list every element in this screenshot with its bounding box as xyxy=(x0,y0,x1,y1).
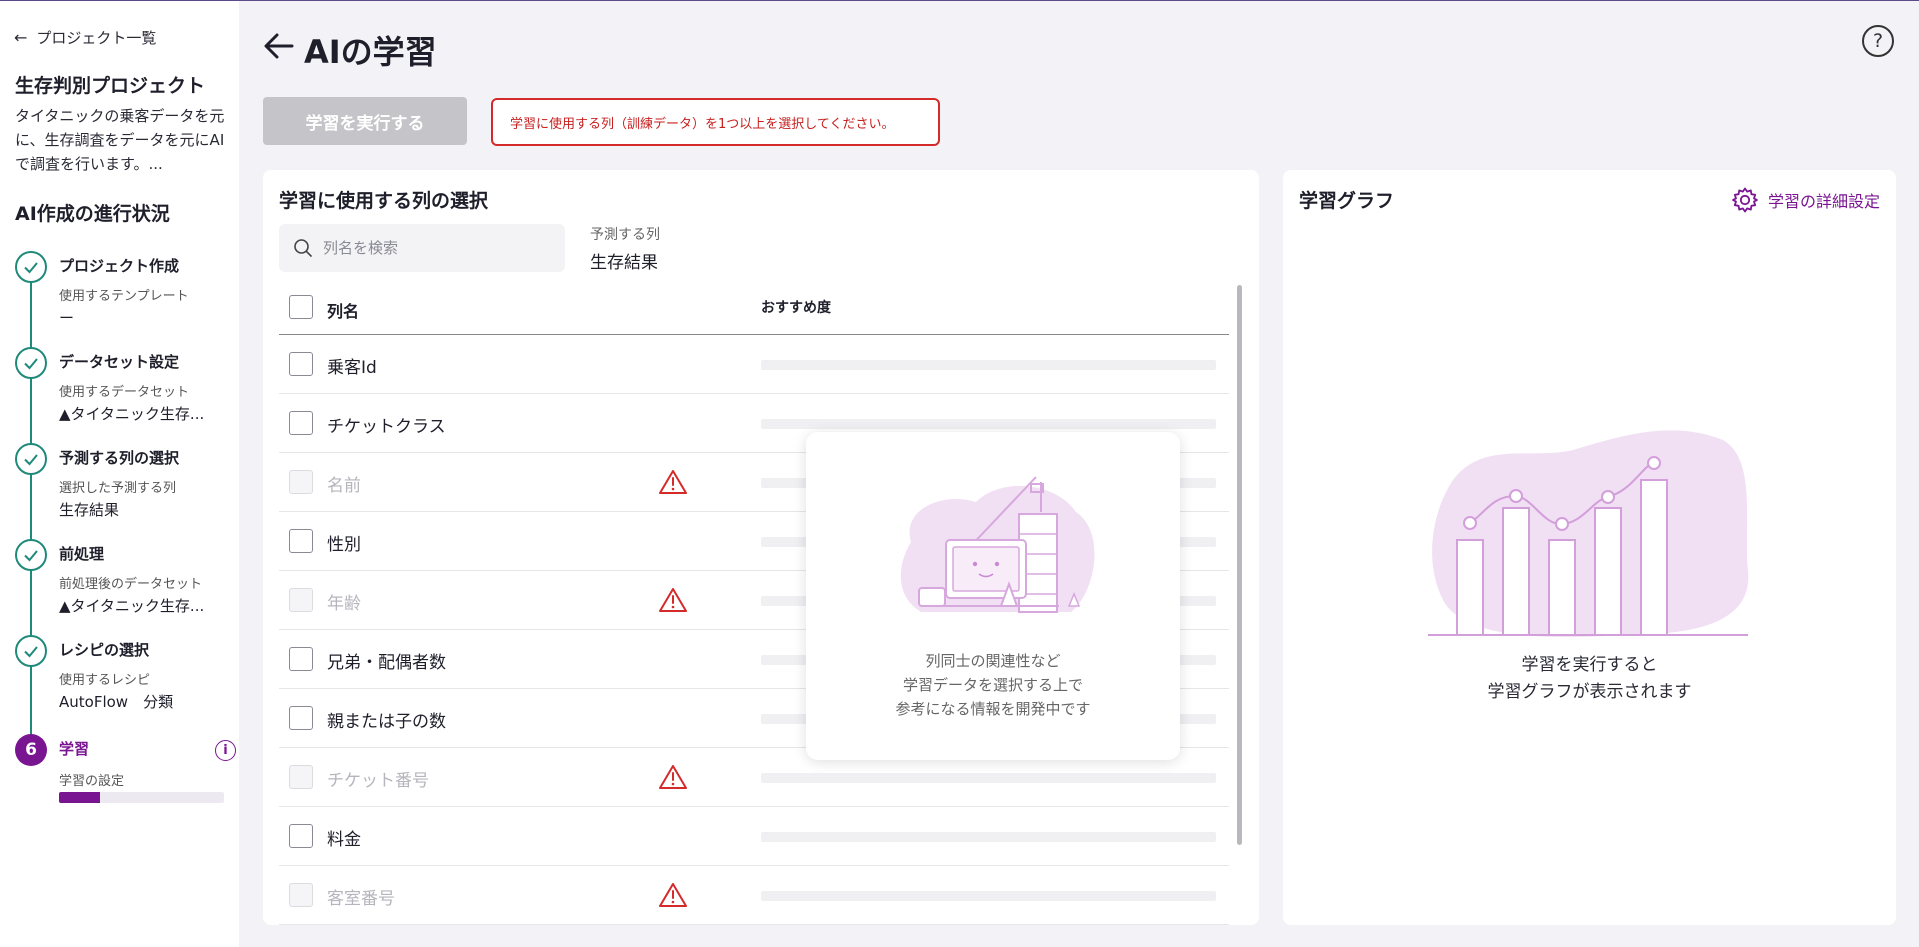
row-checkbox[interactable] xyxy=(289,352,313,376)
warning-icon[interactable] xyxy=(659,469,687,495)
row-checkbox xyxy=(289,765,313,789)
step-subtitle: 使用するテンプレート xyxy=(59,289,189,304)
header-column-name: 列名 xyxy=(327,302,360,321)
table-row[interactable]: 乗客Id xyxy=(279,335,1229,394)
step-title: 予測する列の選択 xyxy=(59,449,180,467)
step-subtitle: 前処理後のデータセット xyxy=(59,577,203,592)
search-icon xyxy=(294,239,312,257)
check-icon xyxy=(15,347,47,379)
panel-title: 学習グラフ xyxy=(1299,190,1395,212)
column-name: 兄弟・配偶者数 xyxy=(327,653,446,673)
graph-empty-line: 学習グラフが表示されます xyxy=(1487,682,1692,702)
column-name: 客室番号 xyxy=(327,889,395,909)
notice-line: 列同士の関連性など xyxy=(925,652,1061,670)
row-checkbox xyxy=(289,883,313,907)
graph-empty-text: 学習を実行すると 学習グラフが表示されます xyxy=(1283,652,1896,706)
row-checkbox xyxy=(289,470,313,494)
step-title: データセット設定 xyxy=(59,353,180,371)
training-graph-panel: 学習グラフ 学習の詳細設定 学習を実行すると 学習グラフが表示されます xyxy=(1283,170,1896,925)
step-title: プロジェクト作成 xyxy=(59,257,180,275)
recommendation-bar xyxy=(761,360,1216,370)
help-icon[interactable]: ? xyxy=(1862,25,1894,57)
check-icon xyxy=(15,635,47,667)
run-training-button[interactable]: 学習を実行する xyxy=(263,97,467,145)
warning-icon[interactable] xyxy=(659,882,687,908)
check-icon xyxy=(15,539,47,571)
step-value: 生存結果 xyxy=(59,501,120,519)
column-name: チケット番号 xyxy=(327,771,429,791)
progress-title: AI作成の進行状況 xyxy=(15,203,170,225)
step-subtitle: 使用するデータセット xyxy=(59,385,190,400)
sidebar: ← プロジェクト一覧 生存判別プロジェクト タイタニックの乗客データを元に、生存… xyxy=(0,1,239,947)
warning-icon[interactable] xyxy=(659,764,687,790)
recommendation-bar xyxy=(761,773,1216,783)
column-name: 親または子の数 xyxy=(327,712,446,732)
warning-icon[interactable] xyxy=(659,587,687,613)
check-icon xyxy=(15,443,47,475)
step-subtitle: 使用するレシピ xyxy=(59,673,151,688)
step-value: ▲タイタニック生存... xyxy=(59,405,205,423)
step-value: AutoFlow 分類 xyxy=(59,693,174,711)
step-subtitle: 学習の設定 xyxy=(59,774,125,789)
error-message: 学習に使用する列（訓練データ）を1つ以上を選択してください。 xyxy=(491,98,940,146)
step-title: レシピの選択 xyxy=(59,641,150,659)
column-name: 年齢 xyxy=(327,594,361,614)
check-icon xyxy=(15,251,47,283)
notice-line: 学習データを選択する上で xyxy=(902,676,1083,694)
advanced-settings-label: 学習の詳細設定 xyxy=(1767,192,1880,211)
header-recommendation: おすすめ度 xyxy=(761,300,831,316)
bar-chart-illustration xyxy=(1428,430,1749,637)
row-checkbox[interactable] xyxy=(289,529,313,553)
training-progress-bar xyxy=(59,792,224,803)
under-development-notice: 列同士の関連性など 学習データを選択する上で 参考になる情報を開発中です xyxy=(806,432,1180,760)
progress-line xyxy=(30,266,32,751)
row-checkbox[interactable] xyxy=(289,824,313,848)
row-checkbox xyxy=(289,588,313,612)
step-value: ー xyxy=(59,309,75,327)
construction-illustration xyxy=(900,476,1095,613)
row-checkbox[interactable] xyxy=(289,647,313,671)
step-title: 学習 xyxy=(59,740,90,758)
step-subtitle: 選択した予測する列 xyxy=(59,481,177,496)
back-to-projects-link[interactable]: ← プロジェクト一覧 xyxy=(14,27,156,48)
recommendation-bar xyxy=(761,832,1216,842)
table-header: 列名 おすすめ度 xyxy=(279,283,1229,335)
page-title: AIの学習 xyxy=(304,33,437,71)
notice-text: 列同士の関連性など 学習データを選択する上で 参考になる情報を開発中です xyxy=(806,649,1180,721)
arrow-left-icon[interactable] xyxy=(262,29,296,63)
project-description: タイタニックの乗客データを元に、生存調査をデータを元にAIで調査を行います。..… xyxy=(15,107,225,173)
scrollbar[interactable] xyxy=(1237,285,1242,845)
notice-line: 参考になる情報を開発中です xyxy=(895,700,1091,718)
column-search-input[interactable] xyxy=(323,239,543,257)
gear-icon xyxy=(1732,187,1758,213)
target-column-label: 予測する列 xyxy=(590,227,660,243)
back-to-projects-label: プロジェクト一覧 xyxy=(36,29,157,47)
column-name: 名前 xyxy=(327,476,361,496)
info-icon[interactable]: i xyxy=(215,740,236,761)
step-number-badge: 6 xyxy=(15,734,47,766)
recommendation-bar xyxy=(761,419,1216,429)
column-name: 性別 xyxy=(327,535,361,555)
select-all-checkbox[interactable] xyxy=(289,295,313,319)
column-name: チケットクラス xyxy=(327,417,446,437)
project-title: 生存判別プロジェクト xyxy=(15,75,206,97)
step-value: ▲タイタニック生存... xyxy=(59,597,205,615)
column-search-box[interactable] xyxy=(279,224,565,272)
target-column-value: 生存結果 xyxy=(590,253,658,273)
step-title: 前処理 xyxy=(59,545,105,563)
panel-title: 学習に使用する列の選択 xyxy=(279,190,489,212)
column-name: 料金 xyxy=(327,830,361,850)
advanced-settings-link[interactable]: 学習の詳細設定 xyxy=(1731,186,1880,214)
row-checkbox[interactable] xyxy=(289,706,313,730)
training-progress-fill xyxy=(59,792,101,803)
row-checkbox[interactable] xyxy=(289,411,313,435)
arrow-left-icon: ← xyxy=(14,28,28,47)
table-row[interactable]: 料金 xyxy=(279,807,1229,866)
graph-empty-line: 学習を実行すると xyxy=(1521,655,1658,675)
column-selection-panel: 学習に使用する列の選択 予測する列 生存結果 列名 おすすめ度 乗客Id チケット… xyxy=(263,170,1259,925)
table-row: 客室番号 xyxy=(279,866,1229,925)
column-name: 乗客Id xyxy=(327,358,377,378)
recommendation-bar xyxy=(761,891,1216,901)
